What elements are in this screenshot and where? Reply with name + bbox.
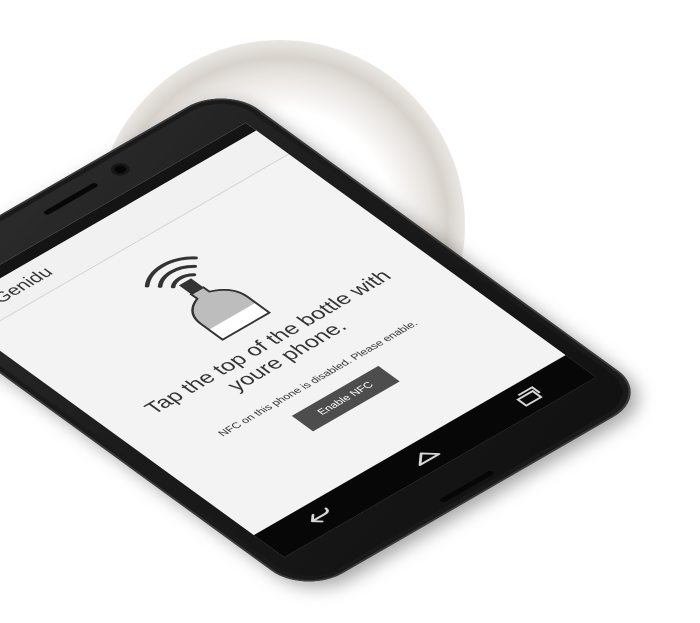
phone-device: G Genidu Tap the top of the bottle with … xyxy=(0,85,652,595)
bottom-speaker xyxy=(438,469,496,504)
earpiece-speaker xyxy=(42,182,100,216)
front-camera xyxy=(107,160,134,178)
enable-nfc-button[interactable]: Enable NFC xyxy=(291,365,400,432)
